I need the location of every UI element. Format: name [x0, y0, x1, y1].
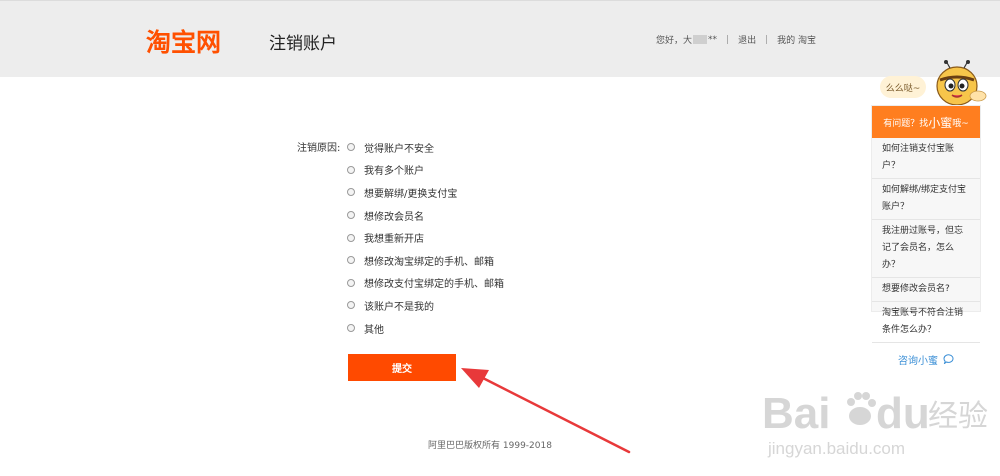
radio-button[interactable]: [347, 324, 355, 333]
reason-label: 注销原因:: [297, 143, 341, 154]
radio-button[interactable]: [347, 188, 355, 197]
help-title-prefix: 有问题？找: [883, 118, 929, 129]
help-question-link[interactable]: 如何注销支付宝账户？: [872, 138, 980, 179]
greeting-suffix: **: [708, 34, 718, 45]
logout-link[interactable]: 退出: [738, 33, 756, 46]
my-taobao-link[interactable]: 我的 淘宝: [777, 33, 816, 46]
reason-options: 觉得账户不安全 我有多个账户 想要解绑/更换支付宝 想修改会员名 我想重新开店 …: [347, 136, 504, 339]
help-panel: 有问题？找 小蜜 哦~ 如何注销支付宝账户？ 如何解绑/绑定支付宝账户？ 我注册…: [871, 105, 981, 367]
reason-option[interactable]: 其他: [347, 317, 504, 340]
user-nav: 您好，大 ** | 退出 | 我的 淘宝: [656, 33, 816, 47]
radio-button[interactable]: [347, 233, 355, 242]
reason-option[interactable]: 我想重新开店: [347, 226, 504, 249]
reason-option[interactable]: 我有多个账户: [347, 159, 504, 182]
paw-icon: [847, 392, 876, 425]
reason-option-label[interactable]: 想修改会员名: [364, 208, 424, 223]
watermark-cn: 经验: [928, 400, 988, 433]
reason-option-label[interactable]: 我想重新开店: [364, 230, 424, 245]
nav-separator: |: [726, 34, 730, 45]
radio-button[interactable]: [347, 256, 355, 265]
reason-option-label[interactable]: 我有多个账户: [364, 162, 424, 177]
consult-label[interactable]: 咨询小蜜: [898, 352, 938, 367]
help-panel-header: 有问题？找 小蜜 哦~: [872, 106, 980, 138]
help-question-link[interactable]: 如何解绑/绑定支付宝账户？: [872, 179, 980, 220]
reason-option[interactable]: 觉得账户不安全: [347, 136, 504, 159]
radio-button[interactable]: [347, 211, 355, 220]
watermark-brand-tail: du: [876, 389, 930, 438]
reason-option[interactable]: 该账户不是我的: [347, 294, 504, 317]
greeting-text: 您好，大: [656, 36, 693, 46]
reason-option-label[interactable]: 想修改支付宝绑定的手机、邮箱: [364, 275, 504, 290]
help-question-link[interactable]: 淘宝账号不符合注销条件怎么办？: [872, 302, 980, 343]
masked-username: [693, 35, 708, 44]
baidu-jingyan-watermark: Bai du 经验 jingyan.baidu.com: [762, 389, 988, 458]
reason-option-label[interactable]: 觉得账户不安全: [364, 140, 434, 155]
watermark-brand: Bai: [762, 389, 830, 438]
reason-option-label[interactable]: 想修改淘宝绑定的手机、邮箱: [364, 253, 494, 268]
reason-option[interactable]: 想修改支付宝绑定的手机、邮箱: [347, 272, 504, 295]
chat-bubble-icon: [943, 354, 954, 364]
page-title: 注销账户: [269, 34, 337, 54]
help-question-link[interactable]: 想要修改会员名?: [872, 278, 980, 302]
reason-option-label[interactable]: 该账户不是我的: [364, 298, 434, 313]
header: 淘宝网 注销账户 您好，大 ** | 退出 | 我的 淘宝: [0, 0, 1000, 77]
watermark-url: jingyan.baidu.com: [767, 439, 905, 458]
reason-option[interactable]: 想修改淘宝绑定的手机、邮箱: [347, 249, 504, 272]
help-question-link[interactable]: 我注册过账号，但忘记了会员名，怎么办？: [872, 220, 980, 278]
nav-separator: |: [765, 34, 769, 45]
taobao-logo[interactable]: 淘宝网: [146, 23, 221, 59]
radio-button[interactable]: [347, 278, 355, 287]
page: 淘宝网 注销账户 您好，大 ** | 退出 | 我的 淘宝 注销原因: 觉得账户…: [0, 0, 1000, 476]
reason-option[interactable]: 想要解绑/更换支付宝: [347, 181, 504, 204]
reason-option-label[interactable]: 想要解绑/更换支付宝: [364, 185, 457, 200]
reason-option[interactable]: 想修改会员名: [347, 204, 504, 227]
submit-button[interactable]: 提交: [348, 354, 456, 381]
help-title-highlight: 小蜜: [928, 115, 953, 130]
radio-button[interactable]: [347, 143, 355, 152]
help-title-suffix: 哦~: [952, 118, 969, 129]
radio-button[interactable]: [347, 165, 355, 174]
bee-mascot-icon[interactable]: [930, 60, 988, 110]
radio-button[interactable]: [347, 301, 355, 310]
speech-bubble: 么么哒~: [880, 76, 926, 98]
reason-option-label[interactable]: 其他: [364, 321, 384, 336]
